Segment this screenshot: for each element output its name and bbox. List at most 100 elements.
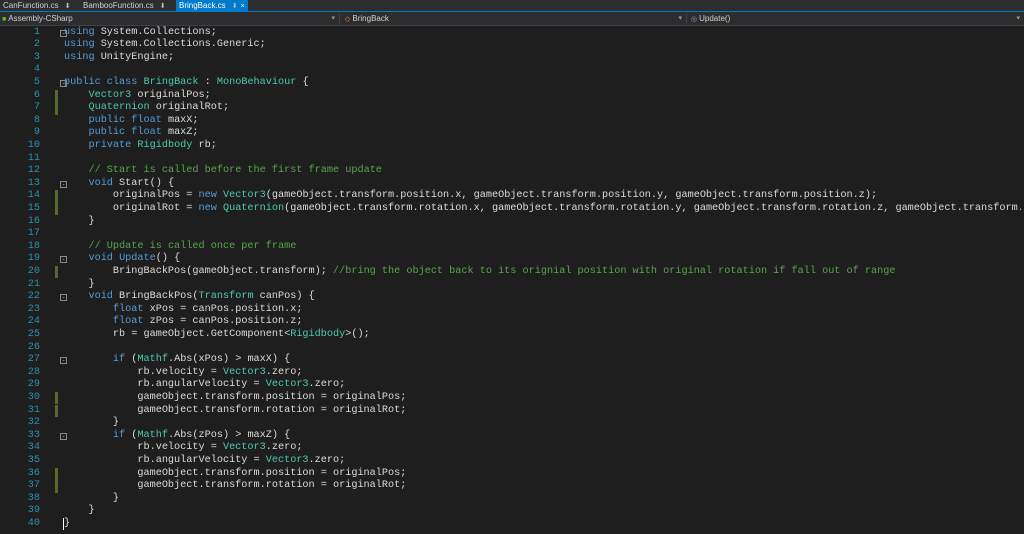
line-number: 38 xyxy=(27,492,40,504)
keyword-token: public class xyxy=(64,76,138,88)
text-token: rb.angularVelocity = xyxy=(64,454,266,466)
code-line[interactable]: 38 } xyxy=(0,493,1024,506)
code-line[interactable]: 25 rb = gameObject.GetComponent<Rigidbod… xyxy=(0,329,1024,342)
code-text: gameObject.transform.rotation = original… xyxy=(64,480,406,493)
chevron-down-icon: ▾ xyxy=(1016,15,1020,22)
keyword-token: if xyxy=(112,354,126,366)
code-line[interactable]: 28 rb.velocity = Vector3.zero; xyxy=(0,367,1024,380)
tab-label: BambooFunction.cs xyxy=(83,1,154,10)
line-number: 1 xyxy=(33,26,40,38)
code-text: void BringBackPos(Transform canPos) { xyxy=(64,291,315,304)
member-name: Update() xyxy=(699,14,731,23)
line-number: 17 xyxy=(27,228,40,240)
code-line[interactable]: 15 originalRot = new Quaternion(gameObje… xyxy=(0,202,1024,216)
code-line[interactable]: 12 // Start is called before the first f… xyxy=(0,165,1024,178)
type-token: Vector3 xyxy=(88,89,132,101)
text-token: rb; xyxy=(192,139,217,151)
code-line[interactable]: 36 gameObject.transform.position = origi… xyxy=(0,467,1024,481)
code-line[interactable]: 35 rb.angularVelocity = Vector3.zero; xyxy=(0,455,1024,468)
navigation-bar: ■ Assembly-CSharp ▾ ◇ BringBack ▾ ◎ Update(… xyxy=(0,12,1024,26)
code-line[interactable]: 20 BringBackPos(gameObject.transform); /… xyxy=(0,265,1024,279)
code-line[interactable]: 31 gameObject.transform.rotation = origi… xyxy=(0,404,1024,418)
tab-bamboofunction[interactable]: BambooFunction.cs ⬇ xyxy=(80,0,172,11)
line-number: 24 xyxy=(27,316,40,328)
keyword-token: Update xyxy=(119,253,156,265)
line-number: 3 xyxy=(33,51,40,63)
code-line[interactable]: 3 using UnityEngine; xyxy=(0,52,1024,65)
code-line[interactable]: 26 xyxy=(0,342,1024,355)
pin-icon[interactable]: ⬇ xyxy=(65,3,71,10)
code-line[interactable]: 6 Vector3 originalPos; xyxy=(0,89,1024,103)
code-line[interactable]: 29 rb.angularVelocity = Vector3.zero; xyxy=(0,379,1024,392)
code-line[interactable]: 30 gameObject.transform.position = origi… xyxy=(0,391,1024,405)
text-token: .Abs(zPos) > maxZ) { xyxy=(167,429,291,441)
change-marker xyxy=(55,480,58,493)
line-number: 22 xyxy=(27,291,40,303)
tab-bringback[interactable]: BringBack.cs ⬇ × xyxy=(176,0,248,11)
code-text: float zPos = canPos.position.z; xyxy=(64,316,303,329)
code-line[interactable]: 4 xyxy=(0,64,1024,77)
comment-token: // Update is called once per frame xyxy=(88,240,297,252)
line-number: 11 xyxy=(27,152,40,164)
code-line[interactable]: 10 private Rigidbody rb; xyxy=(0,140,1024,153)
line-number: 5 xyxy=(33,76,40,88)
text-token: BringBackPos( xyxy=(112,291,199,303)
pin-icon[interactable]: ⬇ xyxy=(160,3,166,10)
keyword-token: private xyxy=(88,139,132,151)
code-line[interactable]: 37 gameObject.transform.rotation = origi… xyxy=(0,480,1024,493)
text-token: canPos) { xyxy=(253,291,315,303)
document-tab-bar: CanFunction.cs ⬇ BambooFunction.cs ⬇ Bring… xyxy=(0,0,1024,12)
project-dropdown[interactable]: ■ Assembly-CSharp ▾ xyxy=(0,13,340,24)
chevron-down-icon: ▾ xyxy=(678,15,682,22)
type-token: MonoBehaviour xyxy=(216,76,297,88)
code-line[interactable]: 32 } xyxy=(0,417,1024,430)
code-line[interactable]: 23 float xPos = canPos.position.x; xyxy=(0,304,1024,317)
code-line[interactable]: 9 public float maxZ; xyxy=(0,127,1024,140)
class-dropdown[interactable]: ◇ BringBack ▾ xyxy=(341,13,687,24)
text-token: } xyxy=(64,505,95,517)
text-token: (gameObject.transform.position.x, gameOb… xyxy=(265,190,878,202)
code-line[interactable]: 19- void Update() { xyxy=(0,253,1024,266)
change-marker xyxy=(55,102,58,115)
csharp-project-icon: ■ xyxy=(2,16,7,23)
code-line[interactable]: 7 Quaternion originalRot; xyxy=(0,102,1024,115)
code-line[interactable]: 1- using System.Collections; xyxy=(0,27,1024,40)
text-token: .zero; xyxy=(265,366,303,378)
text-token: originalRot = xyxy=(64,202,199,214)
text-token: >(); xyxy=(345,328,370,340)
code-line[interactable]: 16 } xyxy=(0,216,1024,229)
code-line[interactable]: 24 float zPos = canPos.position.z; xyxy=(0,316,1024,329)
close-icon[interactable]: × xyxy=(241,3,245,10)
code-line[interactable]: 11 xyxy=(0,153,1024,166)
code-line[interactable]: 39 } xyxy=(0,505,1024,518)
line-number: 15 xyxy=(27,202,40,214)
type-token: Transform xyxy=(198,291,254,303)
member-dropdown[interactable]: ◎ Update() ▾ xyxy=(688,13,1024,24)
keyword-token: void xyxy=(88,177,113,189)
code-line[interactable]: 33- if (Mathf.Abs(zPos) > maxZ) { xyxy=(0,430,1024,443)
text-token: maxZ; xyxy=(161,127,199,139)
comment-token: //bring the object back to its orignial … xyxy=(333,265,896,277)
class-icon: ◇ xyxy=(345,16,351,23)
line-number: 40 xyxy=(27,517,40,529)
code-text: float xPos = canPos.position.x; xyxy=(64,304,303,317)
tab-canfunction[interactable]: CanFunction.cs ⬇ xyxy=(0,0,76,11)
code-line[interactable]: 34 rb.velocity = Vector3.zero; xyxy=(0,442,1024,455)
keyword-token: using xyxy=(64,51,95,63)
code-line[interactable]: 2 using System.Collections.Generic; xyxy=(0,39,1024,52)
code-line[interactable]: 8 public float maxX; xyxy=(0,115,1024,128)
code-line[interactable]: 17 xyxy=(0,228,1024,241)
text-token: } xyxy=(64,278,95,290)
pin-icon[interactable]: ⬇ xyxy=(232,3,238,10)
code-line[interactable]: 5- public class BringBack : MonoBehaviour… xyxy=(0,77,1024,90)
code-line[interactable]: 21 } xyxy=(0,279,1024,292)
code-line[interactable]: 40} xyxy=(0,517,1024,531)
code-line[interactable]: 22- void BringBackPos(Transform canPos) … xyxy=(0,291,1024,304)
code-line[interactable]: 14 originalPos = new Vector3(gameObject.… xyxy=(0,190,1024,203)
code-line[interactable]: 18 // Update is called once per frame xyxy=(0,241,1024,254)
code-line[interactable]: 27- if (Mathf.Abs(xPos) > maxX) { xyxy=(0,354,1024,367)
code-editor[interactable]: 1- using System.Collections; 2 using System… xyxy=(0,26,1024,534)
code-line[interactable]: 13- void Start() { xyxy=(0,178,1024,191)
